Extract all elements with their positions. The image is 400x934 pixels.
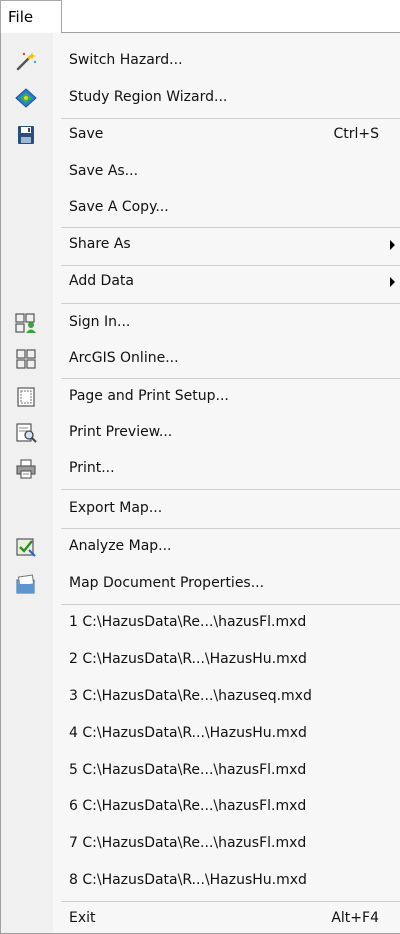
arcgis-online-label: ArcGIS Online... xyxy=(69,350,179,366)
recent-file-label: 5 C:\HazusData\Re...\hazusFl.mxd xyxy=(69,762,307,778)
analyze-icon xyxy=(15,537,37,557)
separator xyxy=(61,604,400,605)
file-menu-tab[interactable]: File xyxy=(0,0,62,33)
page-print-setup-label: Page and Print Setup... xyxy=(69,388,229,404)
exit-label: Exit xyxy=(69,910,96,926)
arcgis-online-item[interactable]: ArcGIS Online... xyxy=(1,343,400,374)
recent-file-label: 4 C:\HazusData\R...\HazusHu.mxd xyxy=(69,725,307,741)
save-shortcut: Ctrl+S xyxy=(333,126,379,142)
save-as-item[interactable]: Save As... xyxy=(1,156,400,187)
magic-wand-icon xyxy=(15,51,37,71)
recent-file-label: 8 C:\HazusData\R...\HazusHu.mxd xyxy=(69,872,307,888)
recent-file-5[interactable]: 5 C:\HazusData\Re...\hazusFl.mxd xyxy=(1,755,400,786)
add-data-item[interactable]: Add Data xyxy=(1,266,400,297)
arcmap-file-menu-screen: File Switch Hazard... Study Region Wizar… xyxy=(0,0,400,934)
save-item[interactable]: Save Ctrl+S xyxy=(1,119,400,150)
recent-file-label: 2 C:\HazusData\R...\HazusHu.mxd xyxy=(69,651,307,667)
save-as-label: Save As... xyxy=(69,163,139,179)
switch-hazard-item[interactable]: Switch Hazard... xyxy=(1,45,400,76)
recent-file-6[interactable]: 6 C:\HazusData\Re...\hazusFl.mxd xyxy=(1,791,400,822)
map-document-properties-item[interactable]: Map Document Properties... xyxy=(1,568,400,599)
submenu-arrow-icon xyxy=(390,277,395,287)
study-region-icon xyxy=(15,88,37,108)
save-a-copy-item[interactable]: Save A Copy... xyxy=(1,192,400,223)
export-map-item[interactable]: Export Map... xyxy=(1,493,400,524)
save-label: Save xyxy=(69,126,104,142)
print-preview-icon xyxy=(15,423,37,443)
menu-bar xyxy=(62,0,400,32)
exit-shortcut: Alt+F4 xyxy=(331,910,379,926)
recent-file-label: 1 C:\HazusData\Re...\hazusFl.mxd xyxy=(69,614,307,630)
save-icon xyxy=(15,125,37,145)
separator xyxy=(61,489,400,490)
recent-file-3[interactable]: 3 C:\HazusData\Re...\hazuseq.mxd xyxy=(1,681,400,712)
print-preview-item[interactable]: Print Preview... xyxy=(1,417,400,448)
recent-file-2[interactable]: 2 C:\HazusData\R...\HazusHu.mxd xyxy=(1,644,400,675)
separator xyxy=(61,378,400,379)
analyze-map-label: Analyze Map... xyxy=(69,538,172,554)
analyze-map-item[interactable]: Analyze Map... xyxy=(1,531,400,562)
printer-icon xyxy=(15,459,37,479)
save-a-copy-label: Save A Copy... xyxy=(69,199,169,215)
print-item[interactable]: Print... xyxy=(1,453,400,484)
properties-icon xyxy=(15,574,37,594)
sign-in-label: Sign In... xyxy=(69,314,131,330)
sign-in-item[interactable]: Sign In... xyxy=(1,307,400,338)
print-label: Print... xyxy=(69,460,115,476)
study-region-wizard-item[interactable]: Study Region Wizard... xyxy=(1,82,400,113)
separator xyxy=(61,901,400,902)
exit-item[interactable]: Exit Alt+F4 xyxy=(1,903,400,934)
separator xyxy=(61,303,400,304)
file-menu-label: File xyxy=(8,8,34,26)
add-data-label: Add Data xyxy=(69,273,134,289)
recent-file-label: 7 C:\HazusData\Re...\hazusFl.mxd xyxy=(69,835,307,851)
share-as-label: Share As xyxy=(69,236,131,252)
grid-icon xyxy=(15,349,37,369)
page-print-setup-item[interactable]: Page and Print Setup... xyxy=(1,381,400,412)
sign-in-icon xyxy=(15,313,37,333)
page-setup-icon xyxy=(15,387,37,407)
map-document-properties-label: Map Document Properties... xyxy=(69,575,265,591)
submenu-arrow-icon xyxy=(390,240,395,250)
recent-file-7[interactable]: 7 C:\HazusData\Re...\hazusFl.mxd xyxy=(1,828,400,859)
recent-file-1[interactable]: 1 C:\HazusData\Re...\hazusFl.mxd xyxy=(1,607,400,638)
separator xyxy=(61,528,400,529)
recent-file-label: 3 C:\HazusData\Re...\hazuseq.mxd xyxy=(69,688,312,704)
study-region-wizard-label: Study Region Wizard... xyxy=(69,89,228,105)
recent-file-label: 6 C:\HazusData\Re...\hazusFl.mxd xyxy=(69,798,307,814)
share-as-item[interactable]: Share As xyxy=(1,229,400,260)
file-dropdown-menu: Switch Hazard... Study Region Wizard... xyxy=(0,32,400,934)
recent-file-4[interactable]: 4 C:\HazusData\R...\HazusHu.mxd xyxy=(1,718,400,749)
export-map-label: Export Map... xyxy=(69,500,163,516)
switch-hazard-label: Switch Hazard... xyxy=(69,52,183,68)
print-preview-label: Print Preview... xyxy=(69,424,173,440)
recent-file-8[interactable]: 8 C:\HazusData\R...\HazusHu.mxd xyxy=(1,865,400,896)
separator xyxy=(61,227,400,228)
